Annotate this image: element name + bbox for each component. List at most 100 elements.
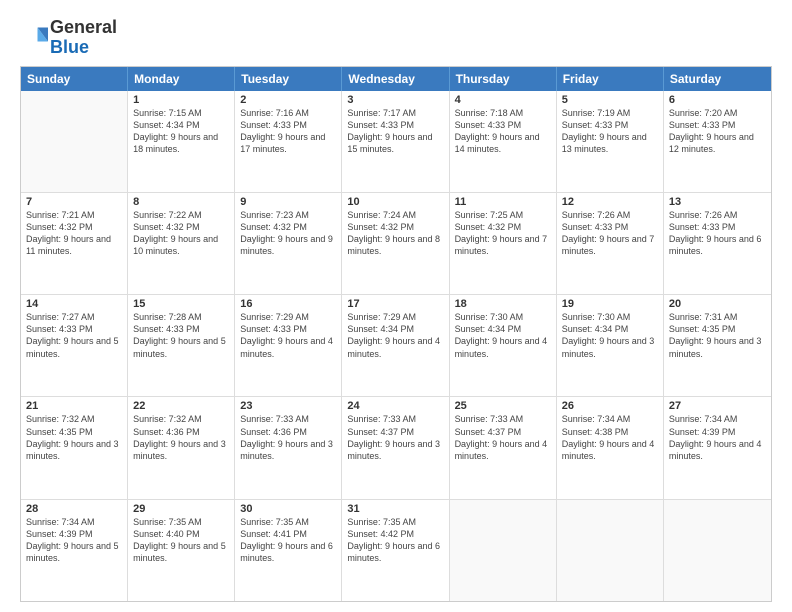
calendar-cell: 6Sunrise: 7:20 AMSunset: 4:33 PMDaylight… <box>664 91 771 192</box>
cell-text: Sunrise: 7:22 AMSunset: 4:32 PMDaylight:… <box>133 209 229 258</box>
calendar-cell <box>21 91 128 192</box>
calendar-cell: 30Sunrise: 7:35 AMSunset: 4:41 PMDayligh… <box>235 500 342 601</box>
day-number: 1 <box>133 94 229 106</box>
calendar-cell: 26Sunrise: 7:34 AMSunset: 4:38 PMDayligh… <box>557 397 664 498</box>
calendar-cell: 21Sunrise: 7:32 AMSunset: 4:35 PMDayligh… <box>21 397 128 498</box>
day-number: 23 <box>240 400 336 412</box>
cell-text: Sunrise: 7:35 AMSunset: 4:42 PMDaylight:… <box>347 516 443 565</box>
calendar-cell: 31Sunrise: 7:35 AMSunset: 4:42 PMDayligh… <box>342 500 449 601</box>
day-number: 12 <box>562 196 658 208</box>
cell-text: Sunrise: 7:32 AMSunset: 4:36 PMDaylight:… <box>133 413 229 462</box>
cell-text: Sunrise: 7:31 AMSunset: 4:35 PMDaylight:… <box>669 311 766 360</box>
header-cell-wednesday: Wednesday <box>342 67 449 91</box>
cell-text: Sunrise: 7:24 AMSunset: 4:32 PMDaylight:… <box>347 209 443 258</box>
cell-text: Sunrise: 7:28 AMSunset: 4:33 PMDaylight:… <box>133 311 229 360</box>
cell-text: Sunrise: 7:25 AMSunset: 4:32 PMDaylight:… <box>455 209 551 258</box>
day-number: 17 <box>347 298 443 310</box>
logo-text: General Blue <box>50 18 117 58</box>
calendar-cell: 10Sunrise: 7:24 AMSunset: 4:32 PMDayligh… <box>342 193 449 294</box>
cell-text: Sunrise: 7:17 AMSunset: 4:33 PMDaylight:… <box>347 107 443 156</box>
calendar-cell: 4Sunrise: 7:18 AMSunset: 4:33 PMDaylight… <box>450 91 557 192</box>
day-number: 2 <box>240 94 336 106</box>
cell-text: Sunrise: 7:15 AMSunset: 4:34 PMDaylight:… <box>133 107 229 156</box>
cell-text: Sunrise: 7:30 AMSunset: 4:34 PMDaylight:… <box>455 311 551 360</box>
day-number: 5 <box>562 94 658 106</box>
calendar-header: SundayMondayTuesdayWednesdayThursdayFrid… <box>21 67 771 91</box>
cell-text: Sunrise: 7:30 AMSunset: 4:34 PMDaylight:… <box>562 311 658 360</box>
cell-text: Sunrise: 7:16 AMSunset: 4:33 PMDaylight:… <box>240 107 336 156</box>
day-number: 21 <box>26 400 122 412</box>
header-cell-monday: Monday <box>128 67 235 91</box>
calendar-cell: 14Sunrise: 7:27 AMSunset: 4:33 PMDayligh… <box>21 295 128 396</box>
cell-text: Sunrise: 7:34 AMSunset: 4:38 PMDaylight:… <box>562 413 658 462</box>
calendar-cell: 18Sunrise: 7:30 AMSunset: 4:34 PMDayligh… <box>450 295 557 396</box>
day-number: 27 <box>669 400 766 412</box>
day-number: 29 <box>133 503 229 515</box>
calendar-cell: 27Sunrise: 7:34 AMSunset: 4:39 PMDayligh… <box>664 397 771 498</box>
cell-text: Sunrise: 7:26 AMSunset: 4:33 PMDaylight:… <box>669 209 766 258</box>
cell-text: Sunrise: 7:35 AMSunset: 4:41 PMDaylight:… <box>240 516 336 565</box>
day-number: 25 <box>455 400 551 412</box>
calendar-cell: 15Sunrise: 7:28 AMSunset: 4:33 PMDayligh… <box>128 295 235 396</box>
calendar-cell: 8Sunrise: 7:22 AMSunset: 4:32 PMDaylight… <box>128 193 235 294</box>
day-number: 24 <box>347 400 443 412</box>
cell-text: Sunrise: 7:29 AMSunset: 4:34 PMDaylight:… <box>347 311 443 360</box>
calendar-cell: 9Sunrise: 7:23 AMSunset: 4:32 PMDaylight… <box>235 193 342 294</box>
day-number: 31 <box>347 503 443 515</box>
calendar-cell: 11Sunrise: 7:25 AMSunset: 4:32 PMDayligh… <box>450 193 557 294</box>
day-number: 20 <box>669 298 766 310</box>
cell-text: Sunrise: 7:20 AMSunset: 4:33 PMDaylight:… <box>669 107 766 156</box>
calendar-cell: 1Sunrise: 7:15 AMSunset: 4:34 PMDaylight… <box>128 91 235 192</box>
calendar-cell: 16Sunrise: 7:29 AMSunset: 4:33 PMDayligh… <box>235 295 342 396</box>
header: General Blue <box>20 18 772 58</box>
cell-text: Sunrise: 7:18 AMSunset: 4:33 PMDaylight:… <box>455 107 551 156</box>
cell-text: Sunrise: 7:34 AMSunset: 4:39 PMDaylight:… <box>669 413 766 462</box>
calendar: SundayMondayTuesdayWednesdayThursdayFrid… <box>20 66 772 602</box>
day-number: 13 <box>669 196 766 208</box>
day-number: 7 <box>26 196 122 208</box>
cell-text: Sunrise: 7:29 AMSunset: 4:33 PMDaylight:… <box>240 311 336 360</box>
calendar-cell: 12Sunrise: 7:26 AMSunset: 4:33 PMDayligh… <box>557 193 664 294</box>
day-number: 8 <box>133 196 229 208</box>
day-number: 22 <box>133 400 229 412</box>
header-cell-thursday: Thursday <box>450 67 557 91</box>
calendar-cell <box>664 500 771 601</box>
calendar-cell: 24Sunrise: 7:33 AMSunset: 4:37 PMDayligh… <box>342 397 449 498</box>
page: General Blue SundayMondayTuesdayWednesda… <box>0 0 792 612</box>
calendar-cell: 7Sunrise: 7:21 AMSunset: 4:32 PMDaylight… <box>21 193 128 294</box>
calendar-cell: 17Sunrise: 7:29 AMSunset: 4:34 PMDayligh… <box>342 295 449 396</box>
cell-text: Sunrise: 7:27 AMSunset: 4:33 PMDaylight:… <box>26 311 122 360</box>
calendar-cell <box>450 500 557 601</box>
calendar-cell: 20Sunrise: 7:31 AMSunset: 4:35 PMDayligh… <box>664 295 771 396</box>
cell-text: Sunrise: 7:23 AMSunset: 4:32 PMDaylight:… <box>240 209 336 258</box>
cell-text: Sunrise: 7:33 AMSunset: 4:37 PMDaylight:… <box>455 413 551 462</box>
calendar-week-5: 28Sunrise: 7:34 AMSunset: 4:39 PMDayligh… <box>21 500 771 601</box>
day-number: 28 <box>26 503 122 515</box>
day-number: 18 <box>455 298 551 310</box>
calendar-week-1: 1Sunrise: 7:15 AMSunset: 4:34 PMDaylight… <box>21 91 771 193</box>
cell-text: Sunrise: 7:35 AMSunset: 4:40 PMDaylight:… <box>133 516 229 565</box>
day-number: 30 <box>240 503 336 515</box>
cell-text: Sunrise: 7:33 AMSunset: 4:36 PMDaylight:… <box>240 413 336 462</box>
cell-text: Sunrise: 7:19 AMSunset: 4:33 PMDaylight:… <box>562 107 658 156</box>
calendar-cell: 5Sunrise: 7:19 AMSunset: 4:33 PMDaylight… <box>557 91 664 192</box>
logo: General Blue <box>20 18 117 58</box>
calendar-cell: 28Sunrise: 7:34 AMSunset: 4:39 PMDayligh… <box>21 500 128 601</box>
calendar-cell <box>557 500 664 601</box>
header-cell-tuesday: Tuesday <box>235 67 342 91</box>
calendar-cell: 22Sunrise: 7:32 AMSunset: 4:36 PMDayligh… <box>128 397 235 498</box>
calendar-cell: 19Sunrise: 7:30 AMSunset: 4:34 PMDayligh… <box>557 295 664 396</box>
cell-text: Sunrise: 7:26 AMSunset: 4:33 PMDaylight:… <box>562 209 658 258</box>
day-number: 9 <box>240 196 336 208</box>
day-number: 26 <box>562 400 658 412</box>
calendar-cell: 23Sunrise: 7:33 AMSunset: 4:36 PMDayligh… <box>235 397 342 498</box>
calendar-cell: 2Sunrise: 7:16 AMSunset: 4:33 PMDaylight… <box>235 91 342 192</box>
logo-general: General <box>50 17 117 37</box>
day-number: 14 <box>26 298 122 310</box>
day-number: 11 <box>455 196 551 208</box>
calendar-body: 1Sunrise: 7:15 AMSunset: 4:34 PMDaylight… <box>21 91 771 601</box>
calendar-week-4: 21Sunrise: 7:32 AMSunset: 4:35 PMDayligh… <box>21 397 771 499</box>
day-number: 3 <box>347 94 443 106</box>
cell-text: Sunrise: 7:32 AMSunset: 4:35 PMDaylight:… <box>26 413 122 462</box>
cell-text: Sunrise: 7:34 AMSunset: 4:39 PMDaylight:… <box>26 516 122 565</box>
